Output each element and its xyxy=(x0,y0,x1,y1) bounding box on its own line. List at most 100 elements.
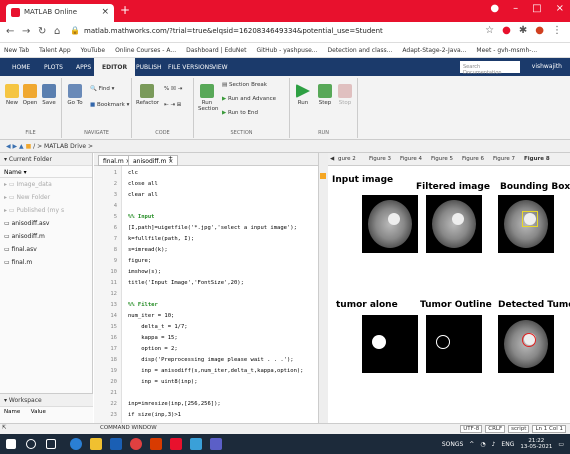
code-line[interactable]: if size(inp,3)>1 xyxy=(128,412,181,418)
bookmark-item[interactable]: Talent App xyxy=(39,47,71,54)
code-line[interactable]: kappa = 15; xyxy=(128,335,177,341)
close-window-icon[interactable]: × xyxy=(556,3,564,14)
run-advance-button[interactable]: ▶ Run and Advance xyxy=(222,96,276,102)
name-column-header[interactable]: Name ▾ xyxy=(0,166,92,178)
file-list-item[interactable]: ▭ final.asv xyxy=(4,246,37,253)
network-icon[interactable]: ◔ xyxy=(480,441,485,448)
find-button[interactable]: 🔍 Find ▾ xyxy=(90,86,114,92)
extension-icon[interactable]: ● xyxy=(502,25,511,36)
editor-scrollbar[interactable] xyxy=(318,153,328,423)
file-list-item[interactable]: ▭ final.m xyxy=(4,259,32,266)
bookmark-item[interactable]: Online Courses - A... xyxy=(115,47,176,54)
volume-icon[interactable]: ♪ xyxy=(492,441,496,448)
section-break-button[interactable]: ▤ Section Break xyxy=(222,82,267,88)
stop-button[interactable]: Stop xyxy=(336,84,354,106)
back-icon[interactable]: ← xyxy=(6,26,14,37)
code-line[interactable]: [I,path]=uigetfile('*.jpg','select a inp… xyxy=(128,225,297,231)
new-tab-button[interactable]: + xyxy=(120,3,130,17)
task-view-icon[interactable] xyxy=(46,439,56,449)
run-section-button[interactable]: Run Section xyxy=(198,84,218,112)
code-line[interactable]: num_iter = 10; xyxy=(128,313,174,319)
code-line[interactable]: clear all xyxy=(128,192,158,198)
star-icon[interactable]: ☆ xyxy=(485,25,494,36)
avatar[interactable]: ● xyxy=(535,25,544,36)
tab-editor[interactable]: EDITOR xyxy=(94,58,136,76)
tab-home[interactable]: HOME xyxy=(12,64,30,71)
teams-icon[interactable] xyxy=(210,438,222,450)
search-icon[interactable] xyxy=(26,439,36,449)
notification-icon[interactable]: ▭ xyxy=(558,441,564,448)
bookmark-item[interactable]: GitHub - yashpuse... xyxy=(256,47,317,54)
new-button[interactable]: New xyxy=(4,84,20,106)
figure-tab[interactable]: Figure 3 xyxy=(369,156,391,162)
maximize-icon[interactable]: □ xyxy=(532,3,541,14)
code-line[interactable]: option = 2; xyxy=(128,346,177,352)
figure-tab-nav-icon[interactable]: ◀ xyxy=(330,156,334,162)
code-line[interactable]: %% Input xyxy=(128,214,155,220)
tray-app-label[interactable]: SONGS xyxy=(442,441,463,448)
open-button[interactable]: Open xyxy=(22,84,38,106)
tab-plots[interactable]: PLOTS xyxy=(44,64,63,71)
forward-icon[interactable]: → xyxy=(22,26,30,37)
code-line[interactable]: close all xyxy=(128,181,158,187)
store-icon[interactable] xyxy=(190,438,202,450)
file-list-item[interactable]: ▭ anisodiff.m xyxy=(4,233,45,240)
code-line[interactable]: s=imread(k); xyxy=(128,247,168,253)
home-icon[interactable]: ⌂ xyxy=(54,26,60,37)
figure-tab[interactable]: Figure 4 xyxy=(400,156,422,162)
app-icon[interactable] xyxy=(130,438,142,450)
bookmark-item[interactable]: Meet - gvh-msmh-... xyxy=(476,47,537,54)
current-path-bar[interactable]: ◀ ▶ ▲ ■ / > MATLAB Drive > xyxy=(0,140,570,153)
bookmark-item[interactable]: Detection and class... xyxy=(328,47,393,54)
browser-tab[interactable]: MATLAB Online × xyxy=(6,4,114,22)
run-button[interactable]: Run xyxy=(294,84,312,106)
code-line[interactable]: %% Filter xyxy=(128,302,158,308)
goto-button[interactable]: Go To xyxy=(66,84,84,106)
path-nav-icons[interactable]: ◀ ▶ ▲ xyxy=(6,143,26,150)
new-editor-tab-button[interactable]: + xyxy=(168,155,173,162)
run-to-end-button[interactable]: ▶ Run to End xyxy=(222,110,258,116)
file-list-item[interactable]: ▸ ▭ Published (my s xyxy=(4,207,64,214)
code-line[interactable]: disp('Preprocessing image please wait . … xyxy=(128,357,293,363)
figure-tab[interactable]: Figure 5 xyxy=(431,156,453,162)
bookmark-item[interactable]: Adapt-Stage-2-Java... xyxy=(402,47,466,54)
user-name[interactable]: vishwajith xyxy=(532,63,562,70)
figure-tab[interactable]: Figure 7 xyxy=(493,156,515,162)
figure-tab[interactable]: Figure 8 xyxy=(524,156,550,162)
file-list-item[interactable]: ▸ ▭ Image_data xyxy=(4,181,52,188)
refactor-button[interactable]: Refactor xyxy=(136,84,159,106)
file-explorer-icon[interactable] xyxy=(90,438,102,450)
step-button[interactable]: Step xyxy=(316,84,334,106)
code-line[interactable]: k=fullfile(path, I); xyxy=(128,236,194,242)
close-tab-icon[interactable]: × xyxy=(101,7,109,17)
tray-chevron-icon[interactable]: ^ xyxy=(469,441,474,448)
tab-apps[interactable]: APPS xyxy=(76,64,91,71)
code-line[interactable]: clc xyxy=(128,170,138,176)
edge-icon[interactable] xyxy=(110,438,122,450)
chrome-icon[interactable] xyxy=(70,438,82,450)
bookmark-item[interactable]: Dashboard | EduNet xyxy=(186,47,246,54)
bookmark-item[interactable]: YouTube xyxy=(81,47,105,54)
clock[interactable]: 21:22 13-05-2021 xyxy=(520,438,552,450)
bookmark-item[interactable]: New Tab xyxy=(4,47,29,54)
file-list-item[interactable]: ▭ anisodiff.asv xyxy=(4,220,49,227)
code-line[interactable]: inp = anisodiff(s,num_iter,delta_t,kappa… xyxy=(128,368,303,374)
figure-tab[interactable]: gure 2 xyxy=(338,156,356,162)
menu-dots-icon[interactable]: ⋮ xyxy=(552,25,562,36)
figure-tab[interactable]: Figure 6 xyxy=(462,156,484,162)
minimize-icon[interactable]: – xyxy=(513,3,518,14)
tab-publish[interactable]: PUBLISH xyxy=(136,64,162,71)
powerpoint-icon[interactable] xyxy=(150,438,162,450)
search-documentation-input[interactable]: Search Documentation xyxy=(460,61,520,76)
save-button[interactable]: Save xyxy=(40,84,58,106)
code-line[interactable]: title('Input Image','FontSize',20); xyxy=(128,280,244,286)
code-line[interactable]: delta_t = 1/7; xyxy=(128,324,187,330)
profile-circle-icon[interactable]: ● xyxy=(490,3,499,14)
expand-icon[interactable]: ⇱ xyxy=(2,425,7,431)
windows-start-icon[interactable] xyxy=(6,439,16,449)
comment-tools[interactable]: % ☒ ⇥ xyxy=(164,86,182,92)
code-line[interactable]: inp=imresize(inp,[256,256]); xyxy=(128,401,221,407)
file-list-item[interactable]: ▸ ▭ New Folder xyxy=(4,194,50,201)
reload-icon[interactable]: ↻ xyxy=(38,26,46,37)
matlab-app-icon[interactable] xyxy=(170,438,182,450)
